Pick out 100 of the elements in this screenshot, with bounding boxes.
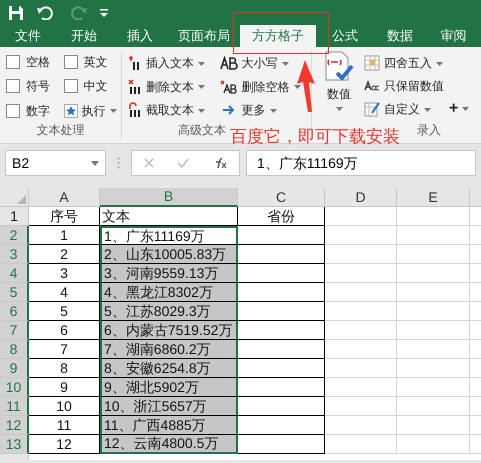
checkbox-label: 英文 — [84, 54, 108, 71]
column-header[interactable]: E — [397, 188, 470, 207]
table-cell: 7、湖南6860.2万 — [100, 340, 238, 359]
function-icon[interactable] — [213, 157, 228, 169]
empty-cell — [325, 359, 397, 378]
caret-icon — [198, 109, 205, 114]
caret-icon — [270, 109, 276, 114]
checkbox[interactable] — [6, 104, 20, 118]
ribbon-tab[interactable]: 文件 — [0, 25, 56, 47]
column-header[interactable]: C — [238, 188, 325, 207]
save-icon[interactable] — [8, 4, 24, 20]
empty-cell — [325, 378, 397, 397]
command-button[interactable]: 截取文本 — [146, 101, 205, 120]
command-button[interactable]: 大小写 — [242, 54, 288, 72]
empty-cell — [325, 340, 397, 359]
ribbon-tab[interactable]: 页面布局 — [168, 25, 240, 47]
grid-icon — [364, 55, 380, 71]
empty-cell — [325, 321, 397, 340]
caret-icon — [294, 85, 300, 90]
caret-icon — [462, 106, 470, 111]
checkbox[interactable] — [64, 55, 78, 69]
insert-text-icon — [128, 55, 142, 71]
table-cell: 8、安徽6254.8万 — [100, 359, 238, 378]
redo-icon[interactable] — [68, 6, 88, 20]
checkbox[interactable] — [64, 79, 78, 94]
column-header[interactable]: D — [325, 188, 397, 207]
command-button[interactable]: 四舍五入 — [384, 54, 443, 72]
command-button[interactable]: 只保留数值 — [384, 77, 444, 95]
group-label: 录入 — [417, 123, 441, 137]
table-cell: 11、广西4885万 — [100, 416, 238, 435]
ribbon-tab[interactable]: 开始 — [56, 25, 112, 47]
command-button[interactable]: 更多 — [242, 101, 276, 120]
delete-text-icon — [128, 78, 142, 95]
ribbon-tab[interactable]: 公式 — [316, 25, 374, 47]
row-header[interactable]: 9 — [0, 359, 29, 378]
row-header[interactable]: 11 — [0, 397, 29, 416]
table-cell: 3、河南9559.13万 — [100, 264, 238, 283]
caret-icon — [198, 85, 205, 90]
name-box[interactable]: B2 — [5, 150, 106, 176]
caret-icon — [282, 62, 288, 66]
customize-icon[interactable] — [100, 8, 108, 16]
checkbox[interactable] — [6, 79, 20, 94]
row-header[interactable]: 8 — [0, 340, 29, 359]
empty-cell — [325, 397, 397, 416]
cancel-icon[interactable] — [144, 158, 154, 168]
checkbox-label: 空格 — [26, 54, 50, 71]
row-header[interactable]: 1 — [0, 207, 29, 226]
table-pen-icon — [364, 101, 380, 117]
checkbox[interactable] — [6, 55, 20, 69]
empty-cell — [325, 435, 397, 454]
row-header[interactable]: 4 — [0, 264, 29, 283]
table-cell: 5、江苏8029.3万 — [100, 302, 238, 321]
table-cell: 4、黑龙江8302万 — [100, 283, 238, 302]
formula-field[interactable]: 1、广东11169万 — [246, 150, 476, 176]
row-header[interactable]: 7 — [0, 321, 29, 340]
empty-cell — [325, 416, 397, 435]
table-cell: 12、云南4800.5万 — [100, 435, 238, 454]
row-header[interactable]: 13 — [0, 435, 29, 454]
table-cell: 序号 — [29, 207, 100, 226]
checkbox-label: 符号 — [26, 78, 50, 96]
undo-icon[interactable] — [36, 6, 56, 20]
table-cell: 6、内蒙古7519.52万 — [100, 321, 238, 340]
row-header[interactable]: 3 — [0, 245, 29, 264]
grip-icon — [117, 157, 120, 169]
empty-cell — [325, 226, 397, 245]
column-header[interactable]: B — [100, 188, 238, 207]
row-header[interactable]: 12 — [0, 416, 29, 435]
value-button[interactable]: 数值 — [320, 51, 358, 111]
checkbox-label: 数字 — [26, 102, 50, 120]
delete-space-icon — [220, 80, 238, 94]
check-icon[interactable] — [177, 158, 190, 168]
ribbon-tab[interactable]: 方方格子 — [240, 25, 316, 47]
command-button[interactable]: 插入文本 — [146, 54, 205, 72]
caret-icon — [198, 62, 205, 66]
arrow-icon — [297, 60, 317, 112]
annotation-text: 百度它，即可下载安装 — [230, 126, 400, 148]
case-icon — [220, 56, 238, 70]
caret-icon — [336, 107, 342, 111]
command-button[interactable]: 删除空格 — [242, 78, 300, 96]
ribbon-tab[interactable]: 插入 — [112, 25, 168, 47]
row-header[interactable]: 2 — [0, 226, 29, 245]
command-button[interactable]: 自定义 — [384, 100, 431, 118]
run-button[interactable]: 执行 — [82, 102, 116, 120]
ribbon-tab[interactable]: 审阅 — [426, 25, 481, 47]
empty-cell — [325, 283, 397, 302]
cut-text-icon — [128, 102, 142, 118]
add-button[interactable]: + — [449, 97, 470, 121]
table-cell: 2、山东10005.83万 — [100, 245, 238, 264]
row-header[interactable]: 6 — [0, 302, 29, 321]
empty-cell — [325, 245, 397, 264]
empty-cell — [325, 302, 397, 321]
table-cell: 10、浙江5657万 — [100, 397, 238, 416]
ribbon-tab[interactable]: 数据 — [374, 25, 426, 47]
group-label: 文本处理 — [36, 123, 84, 137]
command-button[interactable]: 删除文本 — [146, 78, 205, 96]
row-header[interactable]: 5 — [0, 283, 29, 302]
row-header[interactable]: 10 — [0, 378, 29, 397]
empty-cell — [325, 207, 397, 226]
star-icon — [64, 104, 78, 118]
group-label: 高级文本 — [178, 123, 226, 137]
